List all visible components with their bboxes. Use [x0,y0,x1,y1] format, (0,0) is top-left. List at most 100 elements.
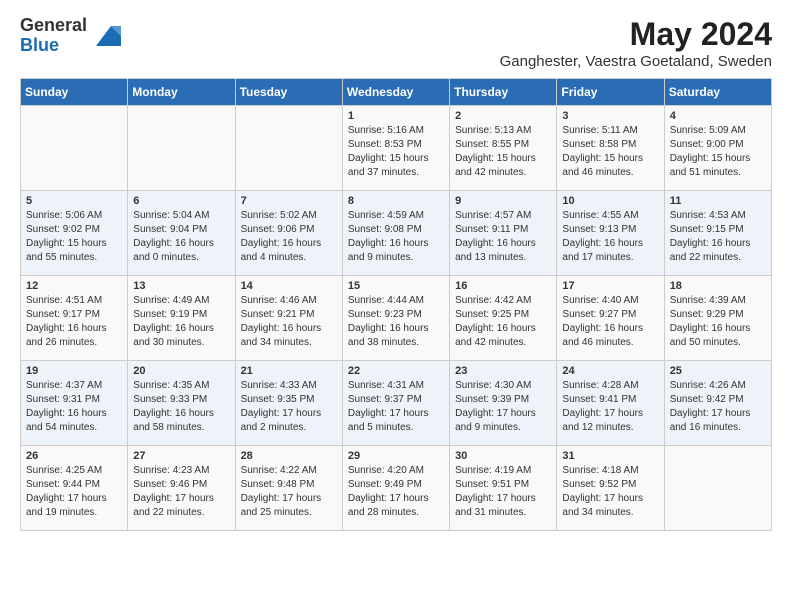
logo-text: General Blue [20,16,87,56]
day-info: Sunrise: 5:09 AM Sunset: 9:00 PM Dayligh… [670,124,766,180]
header-cell-monday: Monday [128,79,235,106]
calendar-cell: 11Sunrise: 4:53 AM Sunset: 9:15 PM Dayli… [664,191,771,276]
header-cell-friday: Friday [557,79,664,106]
calendar-cell: 22 Sunrise: 4:31 AM Sunset: 9:37 PM Dayli… [342,361,449,446]
day-info: Sunrise: 4:33 AM Sunset: 9:35 PM Dayligh… [241,379,337,435]
day-info: Sunrise: 4:20 AM Sunset: 9:49 PM Dayligh… [348,464,444,520]
day-number: 3 [562,110,658,122]
logo-general: General [20,16,87,36]
day-info: Sunrise: 4:55 AM Sunset: 9:13 PM Dayligh… [562,209,658,265]
day-number: 31 [562,450,658,462]
day-info: Sunrise: 4:19 AM Sunset: 9:51 PM Dayligh… [455,464,551,520]
calendar-cell [664,446,771,531]
calendar-cell: 16 Sunrise: 4:42 AM Sunset: 9:25 PM Dayli… [450,276,557,361]
header-cell-saturday: Saturday [664,79,771,106]
day-number: 5 [26,195,122,207]
calendar-cell: 9 Sunrise: 4:57 AM Sunset: 9:11 PM Daylig… [450,191,557,276]
day-number: 8 [348,195,444,207]
calendar-cell: 28Sunrise: 4:22 AM Sunset: 9:48 PM Dayli… [235,446,342,531]
calendar-cell: 10Sunrise: 4:55 AM Sunset: 9:13 PM Dayli… [557,191,664,276]
calendar-cell: 13 Sunrise: 4:49 AM Sunset: 9:19 PM Dayli… [128,276,235,361]
calendar-cell: 12 Sunrise: 4:51 AM Sunset: 9:17 PM Dayli… [21,276,128,361]
month-year: May 2024 [500,16,772,53]
day-number: 30 [455,450,551,462]
day-number: 20 [133,365,229,377]
calendar-cell: 4Sunrise: 5:09 AM Sunset: 9:00 PM Daylig… [664,106,771,191]
logo: General Blue [20,16,121,56]
calendar-header: SundayMondayTuesdayWednesdayThursdayFrid… [21,79,772,106]
day-number: 22 [348,365,444,377]
calendar-cell: 23Sunrise: 4:30 AM Sunset: 9:39 PM Dayli… [450,361,557,446]
day-info: Sunrise: 4:59 AM Sunset: 9:08 PM Dayligh… [348,209,444,265]
calendar-cell: 1Sunrise: 5:16 AM Sunset: 8:53 PM Daylig… [342,106,449,191]
calendar-cell: 8 Sunrise: 4:59 AM Sunset: 9:08 PM Daylig… [342,191,449,276]
day-info: Sunrise: 4:40 AM Sunset: 9:27 PM Dayligh… [562,294,658,350]
day-info: Sunrise: 5:11 AM Sunset: 8:58 PM Dayligh… [562,124,658,180]
header: General Blue May 2024 Ganghester, Vaestr… [20,16,772,70]
calendar-cell: 24 Sunrise: 4:28 AM Sunset: 9:41 PM Dayli… [557,361,664,446]
day-number: 13 [133,280,229,292]
calendar-cell: 20 Sunrise: 4:35 AM Sunset: 9:33 PM Dayli… [128,361,235,446]
calendar-table: SundayMondayTuesdayWednesdayThursdayFrid… [20,78,772,531]
day-number: 2 [455,110,551,122]
day-number: 16 [455,280,551,292]
day-number: 26 [26,450,122,462]
main-container: General Blue May 2024 Ganghester, Vaestr… [0,0,792,541]
calendar-cell [235,106,342,191]
calendar-cell: 21 Sunrise: 4:33 AM Sunset: 9:35 PM Dayli… [235,361,342,446]
day-info: Sunrise: 4:57 AM Sunset: 9:11 PM Dayligh… [455,209,551,265]
header-cell-wednesday: Wednesday [342,79,449,106]
day-info: Sunrise: 4:25 AM Sunset: 9:44 PM Dayligh… [26,464,122,520]
day-info: Sunrise: 4:23 AM Sunset: 9:46 PM Dayligh… [133,464,229,520]
week-row-2: 5Sunrise: 5:06 AM Sunset: 9:02 PM Daylig… [21,191,772,276]
calendar-cell: 17 Sunrise: 4:40 AM Sunset: 9:27 PM Dayli… [557,276,664,361]
day-number: 12 [26,280,122,292]
day-info: Sunrise: 5:13 AM Sunset: 8:55 PM Dayligh… [455,124,551,180]
calendar-cell: 29 Sunrise: 4:20 AM Sunset: 9:49 PM Dayli… [342,446,449,531]
title-section: May 2024 Ganghester, Vaestra Goetaland, … [500,16,772,70]
location: Ganghester, Vaestra Goetaland, Sweden [500,53,772,70]
day-info: Sunrise: 4:28 AM Sunset: 9:41 PM Dayligh… [562,379,658,435]
calendar-cell: 19 Sunrise: 4:37 AM Sunset: 9:31 PM Dayli… [21,361,128,446]
calendar-cell [21,106,128,191]
day-info: Sunrise: 4:31 AM Sunset: 9:37 PM Dayligh… [348,379,444,435]
header-cell-tuesday: Tuesday [235,79,342,106]
day-number: 17 [562,280,658,292]
calendar-cell: 26 Sunrise: 4:25 AM Sunset: 9:44 PM Dayli… [21,446,128,531]
calendar-cell: 2 Sunrise: 5:13 AM Sunset: 8:55 PM Daylig… [450,106,557,191]
day-number: 23 [455,365,551,377]
day-info: Sunrise: 4:51 AM Sunset: 9:17 PM Dayligh… [26,294,122,350]
week-row-4: 19 Sunrise: 4:37 AM Sunset: 9:31 PM Dayli… [21,361,772,446]
calendar-cell: 15 Sunrise: 4:44 AM Sunset: 9:23 PM Dayli… [342,276,449,361]
header-cell-sunday: Sunday [21,79,128,106]
calendar-cell: 7Sunrise: 5:02 AM Sunset: 9:06 PM Daylig… [235,191,342,276]
logo-blue: Blue [20,36,87,56]
day-number: 21 [241,365,337,377]
day-number: 6 [133,195,229,207]
day-info: Sunrise: 4:49 AM Sunset: 9:19 PM Dayligh… [133,294,229,350]
day-number: 7 [241,195,337,207]
day-info: Sunrise: 4:35 AM Sunset: 9:33 PM Dayligh… [133,379,229,435]
day-info: Sunrise: 4:26 AM Sunset: 9:42 PM Dayligh… [670,379,766,435]
day-number: 18 [670,280,766,292]
calendar-cell: 14Sunrise: 4:46 AM Sunset: 9:21 PM Dayli… [235,276,342,361]
day-info: Sunrise: 5:04 AM Sunset: 9:04 PM Dayligh… [133,209,229,265]
day-number: 27 [133,450,229,462]
day-info: Sunrise: 4:22 AM Sunset: 9:48 PM Dayligh… [241,464,337,520]
calendar-cell: 27 Sunrise: 4:23 AM Sunset: 9:46 PM Dayli… [128,446,235,531]
header-row: SundayMondayTuesdayWednesdayThursdayFrid… [21,79,772,106]
day-number: 29 [348,450,444,462]
day-number: 9 [455,195,551,207]
day-number: 24 [562,365,658,377]
calendar-cell: 25Sunrise: 4:26 AM Sunset: 9:42 PM Dayli… [664,361,771,446]
calendar-cell [128,106,235,191]
day-info: Sunrise: 4:18 AM Sunset: 9:52 PM Dayligh… [562,464,658,520]
calendar-cell: 5Sunrise: 5:06 AM Sunset: 9:02 PM Daylig… [21,191,128,276]
calendar-body: 1Sunrise: 5:16 AM Sunset: 8:53 PM Daylig… [21,106,772,531]
day-number: 19 [26,365,122,377]
day-info: Sunrise: 4:37 AM Sunset: 9:31 PM Dayligh… [26,379,122,435]
calendar-cell: 18Sunrise: 4:39 AM Sunset: 9:29 PM Dayli… [664,276,771,361]
day-info: Sunrise: 4:42 AM Sunset: 9:25 PM Dayligh… [455,294,551,350]
day-number: 15 [348,280,444,292]
day-info: Sunrise: 4:44 AM Sunset: 9:23 PM Dayligh… [348,294,444,350]
